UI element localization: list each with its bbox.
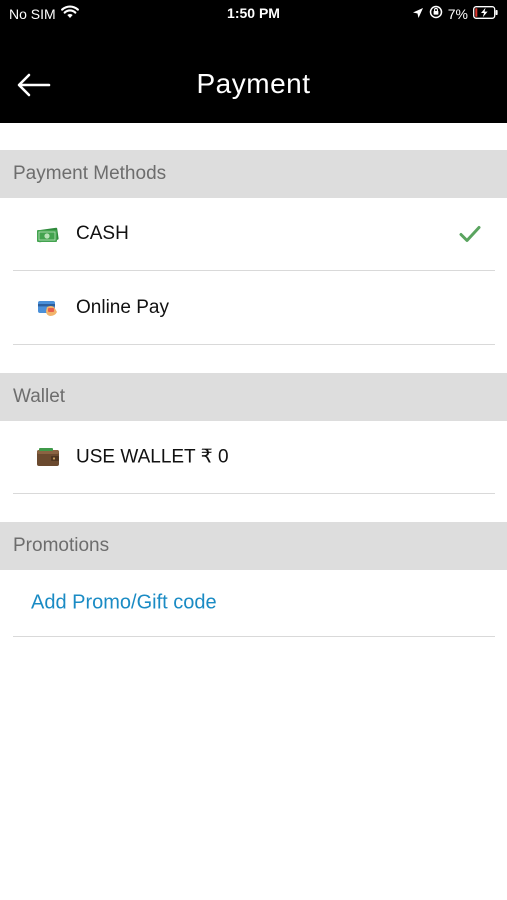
payment-method-online-pay[interactable]: Online Pay xyxy=(13,271,495,345)
wallet-icon xyxy=(36,447,60,467)
navigation-bar: Payment xyxy=(0,30,507,123)
battery-percent: 7% xyxy=(447,5,468,22)
use-wallet-row[interactable]: USE WALLET ₹ 0 xyxy=(13,421,495,494)
section-header-wallet: Wallet xyxy=(0,373,507,421)
add-promo-row[interactable]: Add Promo/Gift code xyxy=(13,570,495,637)
section-header-payment-methods: Payment Methods xyxy=(0,150,507,198)
payment-method-cash[interactable]: CASH xyxy=(13,198,495,271)
payment-method-label: Online Pay xyxy=(76,296,169,318)
status-bar: No SIM 1:50 PM 7% xyxy=(0,0,507,30)
checkmark-icon xyxy=(459,225,481,243)
add-promo-link[interactable]: Add Promo/Gift code xyxy=(31,592,217,615)
payment-method-label: CASH xyxy=(76,223,129,244)
card-icon xyxy=(36,298,60,318)
page-title: Payment xyxy=(196,68,311,99)
status-right: 7% xyxy=(412,5,499,22)
battery-charging-icon xyxy=(473,5,499,22)
cash-icon xyxy=(36,224,60,244)
orientation-lock-icon xyxy=(429,5,443,22)
section-header-promotions: Promotions xyxy=(0,522,507,570)
use-wallet-label: USE WALLET ₹ 0 xyxy=(76,446,229,468)
location-arrow-icon xyxy=(412,6,424,22)
